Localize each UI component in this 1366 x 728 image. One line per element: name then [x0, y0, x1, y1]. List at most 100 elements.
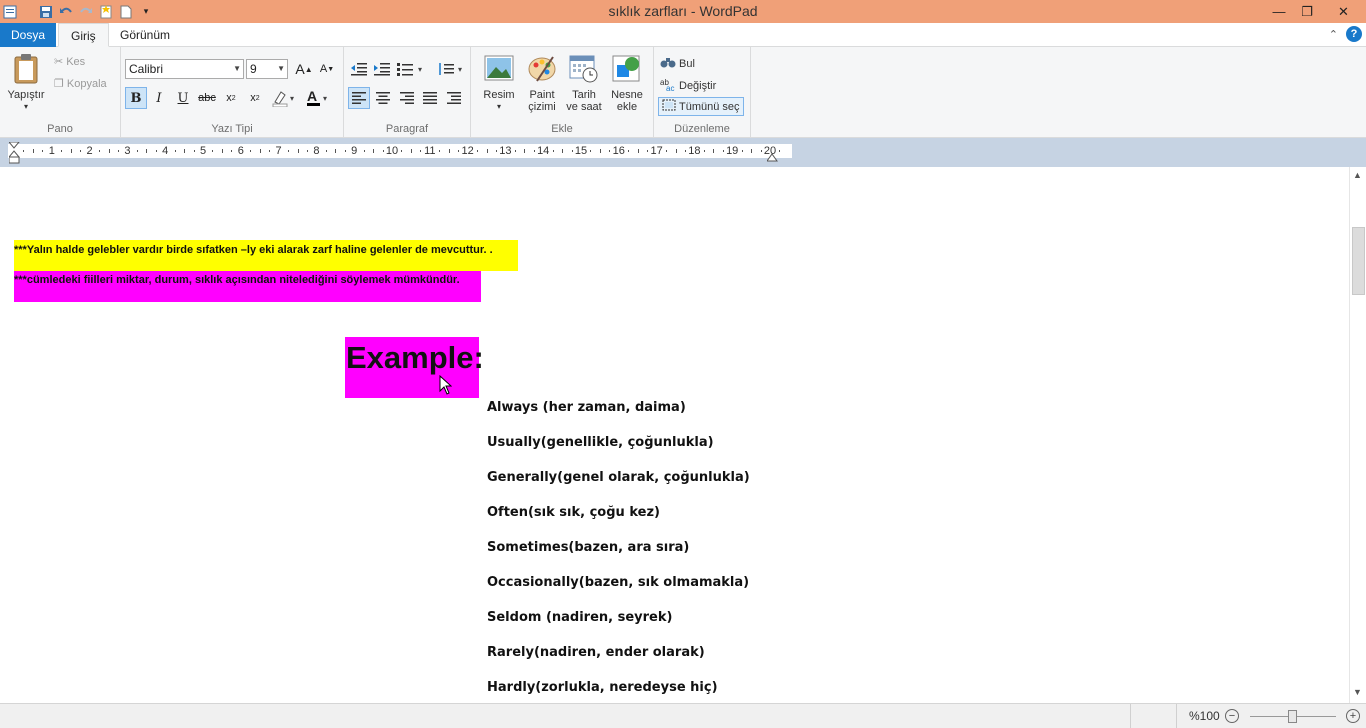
help-icon[interactable]: ?: [1346, 26, 1362, 42]
right-indent-marker[interactable]: [766, 151, 778, 165]
paste-label: Yapıştır: [7, 89, 45, 101]
binoculars-icon: [660, 55, 676, 72]
ruler-tick: [486, 149, 488, 153]
adverb-list-item: Occasionally(bazen, sık olmamakla): [487, 575, 750, 590]
decrease-indent-icon[interactable]: [348, 58, 370, 80]
svg-text:▾: ▾: [290, 94, 294, 103]
undo-icon[interactable]: [58, 4, 74, 20]
ruler-tick: [382, 150, 384, 152]
redo-icon[interactable]: [78, 4, 94, 20]
maximize-button[interactable]: ❐: [1293, 0, 1321, 23]
subscript-button[interactable]: x2: [220, 87, 242, 109]
date-time-button[interactable]: Tarih ve saat: [564, 53, 604, 113]
paint-drawing-button[interactable]: Paint çizimi: [523, 53, 561, 113]
ruler-tick: [439, 150, 441, 152]
select-all-button[interactable]: Tümünü seç: [658, 97, 744, 116]
align-right-icon[interactable]: [396, 87, 418, 109]
ruler-number: 2: [86, 145, 93, 157]
ruler-tick: [751, 149, 753, 153]
save-icon[interactable]: [38, 4, 54, 20]
font-color-button[interactable]: A ▾: [303, 87, 333, 109]
underline-button[interactable]: U: [172, 87, 194, 109]
bullet-list-icon[interactable]: ▾: [396, 58, 428, 80]
font-size-select[interactable]: 9 ▼: [246, 59, 288, 79]
ruler-tick: [373, 149, 375, 153]
paste-dropdown-icon[interactable]: ▾: [4, 101, 48, 113]
ruler-tick: [297, 149, 299, 153]
highlight-color-button[interactable]: ▾: [269, 87, 299, 109]
ruler-tick: [571, 150, 573, 152]
left-indent-marker[interactable]: [7, 141, 21, 167]
ruler-tick: [108, 149, 110, 153]
align-left-icon[interactable]: [348, 87, 370, 109]
ruler-number: 12: [461, 145, 474, 157]
tab-home[interactable]: Giriş: [58, 23, 109, 47]
ruler-tick: [590, 150, 592, 152]
font-size-value: 9: [250, 62, 257, 76]
ruler-number: 5: [199, 145, 207, 157]
replace-button[interactable]: ab ac Değiştir: [660, 77, 716, 94]
ruler[interactable]: 1 2 3 4 5 6 7 8 9 10 11 12 13 14 15 16 17 18 19 20: [8, 144, 792, 158]
scroll-up-icon[interactable]: ▲: [1353, 170, 1362, 180]
picture-button[interactable]: Resim ▾: [479, 53, 519, 113]
line-spacing-icon[interactable]: ▾: [436, 58, 468, 80]
ribbon-tabs: Dosya Giriş Görünüm ⌃ ?: [0, 23, 1366, 47]
collapse-ribbon-icon[interactable]: ⌃: [1329, 28, 1338, 41]
find-button[interactable]: Bul: [660, 55, 695, 72]
shrink-font-button[interactable]: A ▼: [316, 58, 338, 80]
font-family-select[interactable]: Calibri ▼: [125, 59, 244, 79]
align-center-icon[interactable]: [372, 87, 394, 109]
ruler-tick: [420, 150, 422, 152]
copy-label: Kopyala: [66, 77, 107, 90]
new-document-icon[interactable]: [118, 4, 134, 20]
ruler-number: 7: [275, 145, 282, 157]
strikethrough-button[interactable]: abc: [196, 87, 218, 109]
clipboard-group-label: Pano: [47, 123, 73, 135]
ruler-tick: [666, 150, 668, 152]
italic-button[interactable]: I: [148, 87, 170, 109]
copy-button[interactable]: ❐ Kopyala: [54, 77, 107, 91]
zoom-level: %100: [1189, 709, 1220, 723]
customize-toolbar-icon[interactable]: ▾: [138, 4, 154, 20]
font-group-label: Yazı Tipi: [211, 123, 253, 135]
justify-icon[interactable]: [419, 87, 441, 109]
close-button[interactable]: ✕: [1321, 0, 1366, 23]
ruler-tick: [136, 150, 138, 152]
paste-button[interactable]: Yapıştır ▾: [4, 53, 48, 113]
new-document-sparkle-icon[interactable]: [98, 4, 114, 20]
zoom-slider[interactable]: [1250, 710, 1336, 723]
tab-file[interactable]: Dosya: [0, 23, 56, 47]
zoom-slider-knob[interactable]: [1288, 710, 1297, 723]
picture-dropdown-icon[interactable]: ▾: [479, 101, 519, 113]
zoom-out-icon[interactable]: −: [1225, 709, 1239, 723]
scrollbar-thumb[interactable]: [1352, 227, 1365, 295]
ruler-tick: [363, 150, 365, 152]
title-bar: ▾ sıklık zarfları - WordPad — ❐ ✕: [0, 0, 1366, 23]
ruler-tick: [306, 150, 308, 152]
picture-icon: [484, 53, 514, 85]
svg-text:A: A: [307, 89, 317, 104]
zoom-in-icon[interactable]: +: [1346, 709, 1360, 723]
ruler-tick: [684, 150, 686, 152]
vertical-scrollbar[interactable]: ▲ ▼: [1349, 167, 1366, 703]
paragraph-settings-icon[interactable]: [443, 87, 465, 109]
cut-button[interactable]: ✂ Kes: [54, 55, 85, 69]
ruler-number: 13: [499, 145, 512, 157]
ruler-tick: [599, 149, 601, 153]
tab-view[interactable]: Görünüm: [108, 23, 182, 47]
chevron-down-icon: ▼: [277, 64, 285, 73]
ruler-tick: [155, 150, 157, 152]
scroll-down-icon[interactable]: ▼: [1353, 687, 1362, 697]
date-time-label-line2: ve saat: [566, 101, 602, 113]
wordpad-app-icon[interactable]: [2, 4, 18, 20]
superscript-button[interactable]: x2: [244, 87, 266, 109]
document-area[interactable]: ***Yalın halde gelebler vardır birde sıf…: [0, 167, 1349, 703]
window-controls: — ❐ ✕: [1265, 0, 1366, 23]
increase-indent-icon[interactable]: [371, 58, 393, 80]
insert-object-button[interactable]: Nesne ekle: [607, 53, 647, 113]
minimize-button[interactable]: —: [1265, 0, 1293, 23]
svg-text:ac: ac: [666, 84, 674, 91]
grow-font-button[interactable]: A ▲: [293, 58, 315, 80]
date-time-label-line1: Tarih: [572, 89, 596, 101]
bold-button[interactable]: B: [125, 87, 147, 109]
